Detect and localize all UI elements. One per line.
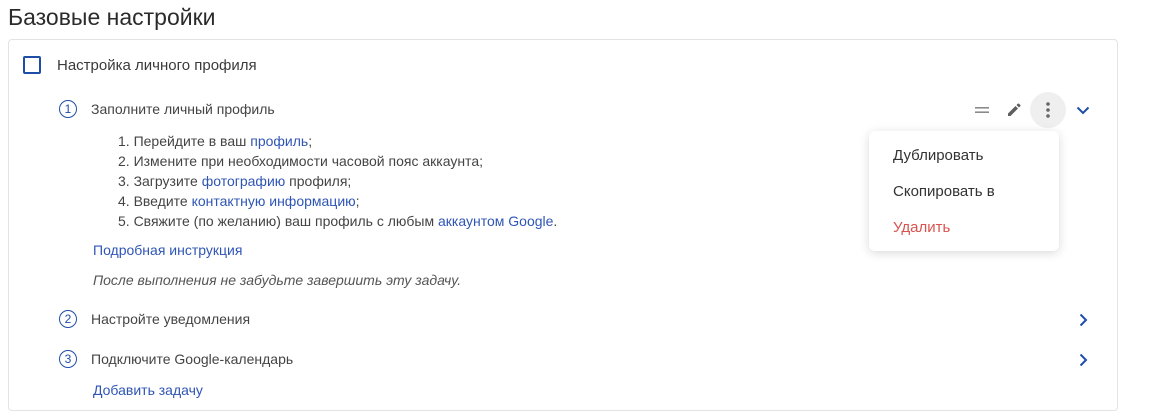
drag-handle-icon[interactable] (966, 92, 998, 128)
contact-info-link[interactable]: контактную информацию (192, 193, 356, 209)
add-task-link[interactable]: Добавить задачу (93, 382, 203, 398)
section-title: Настройка личного профиля (57, 56, 257, 74)
section-checkbox[interactable] (23, 56, 41, 74)
chevron-right-icon[interactable] (1073, 310, 1093, 330)
menu-item-duplicate[interactable]: Дублировать (893, 147, 983, 164)
pencil-icon[interactable] (998, 92, 1030, 128)
task-number: 2 (59, 310, 77, 328)
task-actions (966, 92, 1066, 128)
chevron-down-icon[interactable] (1073, 100, 1093, 120)
step-item: 2. Измените при необходимости часовой по… (118, 151, 557, 171)
step-text: 4. Введите (118, 193, 192, 209)
section-header: Настройка личного профиля (23, 56, 257, 74)
step-text: 2. Измените при необходимости часовой по… (118, 153, 483, 169)
photo-link[interactable]: фотографию (202, 173, 286, 189)
task-row-1[interactable]: 1 Заполните личный профиль (59, 100, 275, 118)
kebab-icon[interactable] (1030, 92, 1066, 128)
google-account-link[interactable]: аккаунтом Google (438, 213, 553, 229)
step-text: . (553, 213, 558, 229)
step-text: ; (355, 193, 360, 209)
step-text: 1. Перейдите в ваш (118, 133, 251, 149)
completion-note: После выполнения не забудьте завершить э… (93, 272, 462, 288)
chevron-right-icon[interactable] (1073, 350, 1093, 370)
step-text: 5. Свяжите (по желанию) ваш профиль с лю… (118, 213, 439, 229)
context-menu: Дублировать Скопировать в Удалить (869, 131, 1059, 251)
task-row-2[interactable]: 2 Настройте уведомления (59, 310, 250, 328)
step-item: 1. Перейдите в ваш профиль; (118, 131, 557, 151)
task-number: 1 (59, 100, 77, 118)
page-title: Базовые настройки (8, 4, 216, 30)
step-text: профиля; (285, 173, 352, 189)
steps-list: 1. Перейдите в ваш профиль; 2. Измените … (118, 131, 557, 231)
step-item: 3. Загрузите фотографию профиля; (118, 171, 557, 191)
task-title[interactable]: Подключите Google-календарь (91, 351, 293, 367)
step-item: 4. Введите контактную информацию; (118, 191, 557, 211)
task-title[interactable]: Настройте уведомления (91, 311, 250, 327)
detailed-instruction-link[interactable]: Подробная инструкция (93, 242, 242, 258)
task-row-3[interactable]: 3 Подключите Google-календарь (59, 350, 293, 368)
task-title[interactable]: Заполните личный профиль (91, 101, 275, 117)
task-number: 3 (59, 350, 77, 368)
step-text: 3. Загрузите (118, 173, 202, 189)
menu-item-delete[interactable]: Удалить (893, 219, 950, 236)
menu-item-copy-to[interactable]: Скопировать в (893, 183, 995, 200)
step-item: 5. Свяжите (по желанию) ваш профиль с лю… (118, 211, 557, 231)
step-text: ; (308, 133, 313, 149)
profile-link[interactable]: профиль (250, 133, 308, 149)
